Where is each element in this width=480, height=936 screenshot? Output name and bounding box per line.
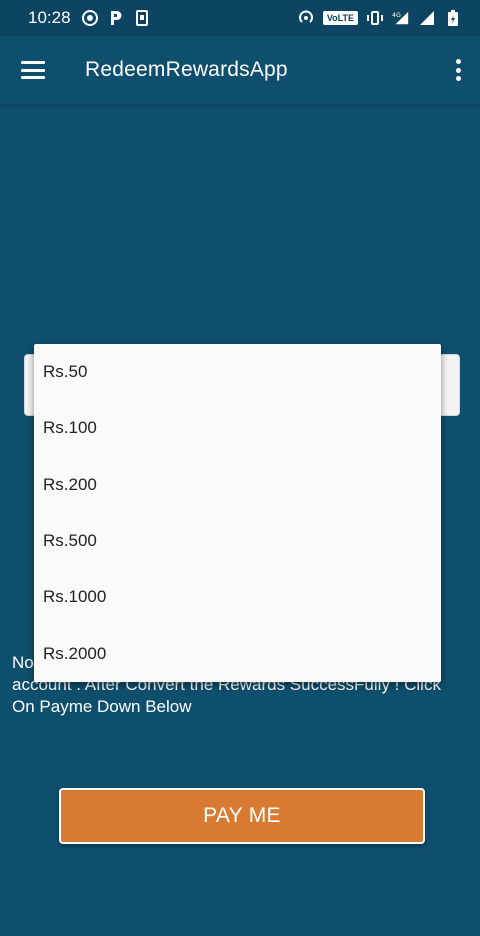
dropdown-option-rs200[interactable]: Rs.200: [34, 457, 441, 513]
battery-icon: [444, 9, 462, 27]
paytm-icon: [107, 9, 125, 27]
dropdown-option-rs2000[interactable]: Rs.2000: [34, 625, 441, 681]
network-label: 4G: [392, 12, 401, 19]
app-title: RedeemRewardsApp: [85, 58, 288, 81]
pay-me-button[interactable]: PAY ME: [59, 788, 425, 844]
dropdown-option-rs100[interactable]: Rs.100: [34, 400, 441, 456]
amount-dropdown-list: Rs.50 Rs.100 Rs.200 Rs.500 Rs.1000 Rs.20…: [34, 344, 441, 682]
dropdown-option-rs1000[interactable]: Rs.1000: [34, 569, 441, 625]
hamburger-menu-icon[interactable]: [21, 61, 45, 79]
overflow-menu-icon[interactable]: [454, 59, 462, 81]
signal-icon: [418, 9, 436, 27]
phone-icon: [133, 9, 151, 27]
status-time: 10:28: [28, 8, 71, 27]
hotspot-icon: [297, 9, 315, 27]
dropdown-option-rs50[interactable]: Rs.50: [34, 344, 441, 400]
status-bar: 10:28 VoLTE 4G: [0, 0, 480, 36]
status-right-icons: VoLTE 4G: [297, 9, 462, 27]
status-left-icons: [81, 9, 151, 27]
volte-icon: VoLTE: [322, 11, 358, 25]
signal-4g-icon: 4G: [392, 9, 410, 27]
dropdown-option-rs500[interactable]: Rs.500: [34, 513, 441, 569]
app-bar: RedeemRewardsApp: [0, 36, 480, 104]
vibrate-icon: [366, 9, 384, 27]
whatsapp-icon: [81, 9, 99, 27]
